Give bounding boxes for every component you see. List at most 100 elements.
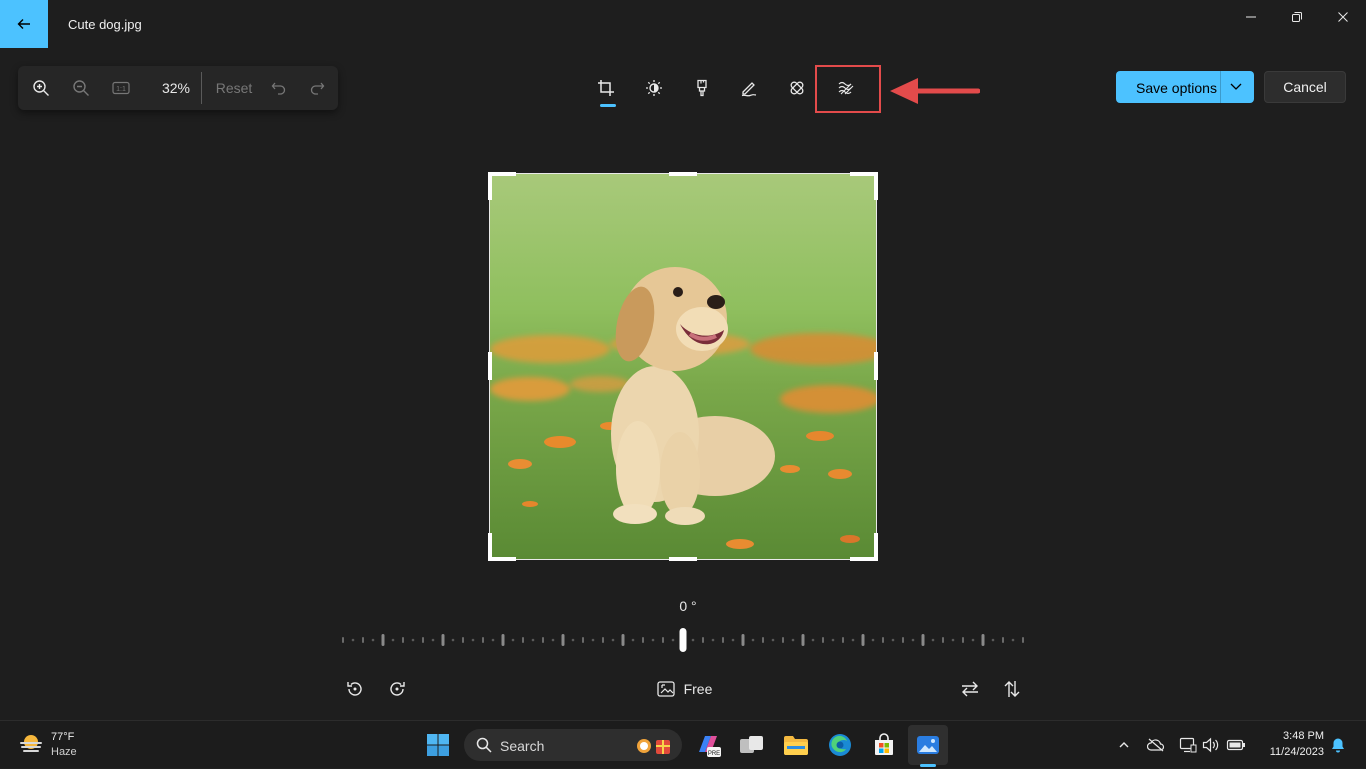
search-label: Search: [500, 738, 545, 754]
crop-handle-top-left-vertical[interactable]: [488, 172, 492, 200]
crop-icon: [598, 80, 614, 96]
zoom-in-button[interactable]: [28, 76, 54, 100]
minimize-button[interactable]: [1228, 0, 1274, 34]
adjustment-tool-tab[interactable]: [638, 72, 670, 104]
flip-horizontal-button[interactable]: [957, 676, 983, 702]
file-explorer-taskbar-icon[interactable]: [780, 729, 812, 761]
volume-tray-button[interactable]: [1201, 735, 1221, 755]
rotation-tick: [651, 638, 655, 642]
rotation-tick: [822, 637, 824, 643]
rotation-tick: [511, 638, 515, 642]
chevron-up-icon: [1119, 742, 1129, 748]
rotate-left-button[interactable]: [342, 676, 368, 702]
network-tray-button[interactable]: [1178, 735, 1198, 755]
crop-handle-bottom[interactable]: [669, 557, 697, 561]
redo-button[interactable]: [304, 76, 330, 100]
crop-handle-bottom-left-vertical[interactable]: [488, 533, 492, 561]
save-button-divider: [1220, 71, 1221, 103]
zoom-in-icon: [33, 80, 49, 96]
aspect-ratio-button[interactable]: Free: [654, 676, 714, 702]
rotation-slider-thumb[interactable]: [679, 628, 687, 652]
adjustment-icon: [646, 80, 662, 96]
crop-handle-top[interactable]: [669, 172, 697, 176]
restore-button[interactable]: [1274, 0, 1320, 34]
rotation-tick: [741, 634, 745, 646]
rotation-tick: [431, 638, 435, 642]
rotation-tick: [471, 638, 475, 642]
close-window-button[interactable]: [1320, 0, 1366, 34]
rotation-tick: [671, 638, 675, 642]
aspect-ratio-label: Free: [683, 681, 713, 697]
undo-button[interactable]: [266, 76, 292, 100]
taskbar: 77°F Haze Search PRE 3:48 PM 11/24/2023: [0, 720, 1366, 768]
crop-handle-top-left[interactable]: [488, 172, 516, 176]
save-options-button[interactable]: Save options: [1116, 71, 1254, 103]
rotation-tick: [402, 637, 404, 643]
flip-horizontal-icon: [962, 681, 978, 697]
rotation-tick: [702, 637, 704, 643]
rotation-tick: [571, 638, 575, 642]
onedrive-tray-button[interactable]: [1146, 735, 1166, 755]
rotation-tick: [482, 637, 484, 643]
start-button[interactable]: [422, 729, 454, 761]
store-taskbar-icon[interactable]: [868, 729, 900, 761]
rotation-tick: [791, 638, 795, 642]
clock[interactable]: 3:48 PM 11/24/2023: [1250, 721, 1328, 769]
rotation-tick: [362, 637, 364, 643]
photo-canvas[interactable]: [490, 174, 876, 559]
crop-handle-bottom-right-vertical[interactable]: [874, 533, 878, 561]
rotation-tick: [831, 638, 835, 642]
rotate-right-button[interactable]: [384, 676, 410, 702]
crop-tool-tab[interactable]: [590, 72, 622, 104]
rotation-tick: [631, 638, 635, 642]
rotation-tick: [371, 638, 375, 642]
rotation-tick: [882, 637, 884, 643]
zoom-level[interactable]: 32%: [156, 76, 196, 100]
battery-tray-button[interactable]: [1226, 735, 1246, 755]
close-icon: [1338, 12, 1348, 22]
show-hidden-icons-button[interactable]: [1114, 735, 1134, 755]
chevron-down-icon[interactable]: [1228, 78, 1244, 94]
weather-condition: Haze: [51, 746, 77, 758]
rotation-tick: [951, 638, 955, 642]
retouch-tool-tab[interactable]: [781, 72, 813, 104]
undo-icon: [271, 82, 286, 95]
redo-icon: [310, 82, 325, 95]
edge-browser-icon: [829, 734, 851, 756]
crop-handle-left[interactable]: [488, 352, 492, 380]
crop-handle-right[interactable]: [874, 352, 878, 380]
clock-time: 3:48 PM: [1283, 730, 1324, 742]
annotation-arrow-icon: [890, 78, 980, 104]
cancel-button[interactable]: Cancel: [1264, 71, 1346, 103]
actual-size-button[interactable]: 1:1: [108, 76, 134, 100]
crop-handle-top-right-vertical[interactable]: [874, 172, 878, 200]
restore-icon: [1292, 12, 1302, 22]
network-icon: [1179, 737, 1197, 753]
rotation-tick: [621, 634, 625, 646]
reset-button[interactable]: Reset: [214, 76, 254, 100]
photos-taskbar-icon[interactable]: [912, 729, 944, 761]
edge-taskbar-icon[interactable]: [824, 729, 856, 761]
taskbar-search[interactable]: Search: [464, 729, 682, 761]
crop-handle-bottom-left[interactable]: [488, 557, 516, 561]
notifications-button[interactable]: [1328, 735, 1348, 755]
rotation-tick: [582, 637, 584, 643]
task-view-taskbar-icon[interactable]: [736, 729, 768, 761]
filter-tool-tab[interactable]: [686, 72, 718, 104]
rotation-tick: [811, 638, 815, 642]
markup-tool-tab[interactable]: [733, 72, 765, 104]
folder-icon: [784, 736, 808, 755]
flip-vertical-button[interactable]: [999, 676, 1025, 702]
back-button[interactable]: [0, 0, 48, 48]
rotation-slider[interactable]: [340, 624, 1026, 656]
zoom-toolbar: 1:1 32% Reset: [18, 66, 338, 110]
zoom-toolbar-divider: [201, 72, 202, 104]
flip-vertical-icon: [1004, 681, 1020, 697]
zoom-out-button[interactable]: [68, 76, 94, 100]
weather-temperature: 77°F: [51, 731, 75, 743]
weather-widget[interactable]: 77°F Haze: [12, 721, 92, 769]
copilot-taskbar-icon[interactable]: PRE: [692, 729, 724, 761]
rotation-tick: [942, 637, 944, 643]
window-title: Cute dog.jpg: [68, 17, 142, 32]
rotation-tick: [531, 638, 535, 642]
